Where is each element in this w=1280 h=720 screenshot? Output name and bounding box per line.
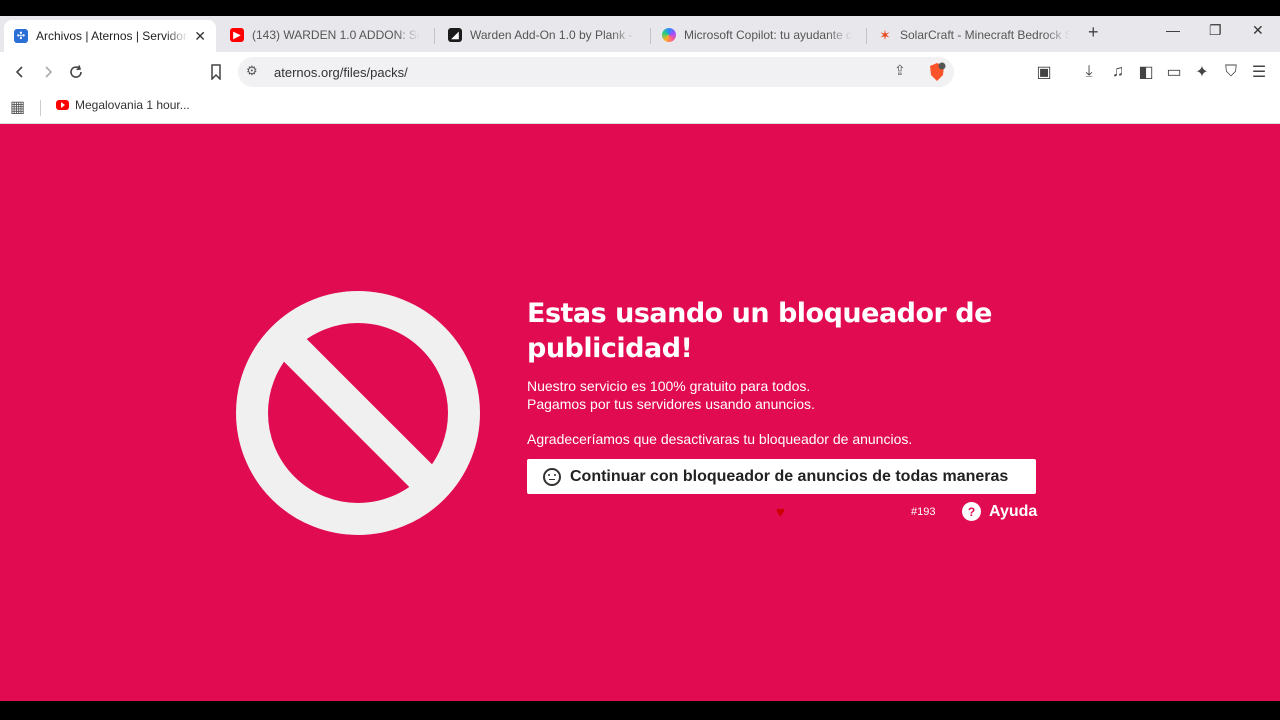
reload-icon[interactable] (64, 60, 88, 84)
mcpedl-icon: ◢ (448, 28, 462, 42)
brave-shields-icon[interactable] (928, 62, 946, 82)
bookmark-separator (40, 100, 41, 116)
downloads-icon[interactable]: ⤓ (1077, 60, 1101, 84)
new-tab-button[interactable]: + (1088, 22, 1099, 43)
tab-separator (650, 28, 651, 44)
neutral-face-icon (543, 467, 561, 486)
adblock-notice-page: Estas usando un bloqueador de publicidad… (0, 124, 1280, 701)
bookmarks-bar: ▦ Megalovania 1 hour... (0, 92, 1280, 124)
minimize-icon[interactable]: — (1166, 22, 1180, 38)
sidebar-icon[interactable]: ◧ (1134, 60, 1158, 84)
wallet-icon[interactable]: ▭ (1162, 60, 1186, 84)
heart-icon: ♥ (776, 504, 785, 521)
close-tab-icon[interactable]: ✕ (188, 28, 206, 45)
help-icon: ? (962, 502, 981, 521)
tab-separator (866, 28, 867, 44)
aternos-icon: ✣ (14, 29, 28, 43)
tab-copilot[interactable]: Microsoft Copilot: tu ayudante de (652, 20, 862, 50)
menu-icon[interactable]: ☰ (1247, 60, 1271, 84)
tab-youtube-warden[interactable]: ▶ (143) WARDEN 1.0 ADDON: Sculk (220, 20, 430, 50)
copilot-icon (662, 28, 676, 42)
adblock-headline: Estas usando un bloqueador de publicidad… (527, 298, 992, 364)
restore-icon[interactable]: ❐ (1209, 22, 1222, 39)
letterbox-top (0, 0, 1280, 16)
notice-counter: #193 (911, 506, 936, 518)
url-text: aternos.org/files/packs/ (274, 65, 408, 80)
help-label: Ayuda (989, 502, 1038, 520)
tab-solarcraft[interactable]: ✶ SolarCraft - Minecraft Bedrock Se (868, 20, 1080, 50)
forward-icon[interactable] (36, 60, 60, 84)
media-icon[interactable]: ♫ (1106, 60, 1130, 84)
bookmark-label: Megalovania 1 hour... (75, 98, 190, 112)
tab-title: Warden Add-On 1.0 by Plank - Mi (470, 28, 636, 42)
continue-button-label: Continuar con bloqueador de anuncios de … (570, 467, 1009, 485)
solarcraft-icon: ✶ (879, 26, 891, 43)
info-line-free: Nuestro servicio es 100% gratuito para t… (527, 378, 811, 394)
bookmark-icon[interactable] (204, 60, 228, 84)
bookmark-megalovania[interactable]: Megalovania 1 hour... (56, 98, 190, 112)
continue-with-adblock-button[interactable]: Continuar con bloqueador de anuncios de … (527, 459, 1036, 494)
apps-grid-icon[interactable]: ▦ (10, 97, 25, 117)
tab-title: Archivos | Aternos | Servidor de (36, 29, 189, 43)
info-line-request: Agradeceríamos que desactivaras tu bloqu… (527, 431, 913, 447)
share-icon[interactable]: ⇪ (894, 62, 906, 79)
tab-aternos[interactable]: ✣ Archivos | Aternos | Servidor de ✕ (4, 20, 216, 52)
back-icon[interactable] (8, 60, 32, 84)
site-settings-icon[interactable]: ⚙ (246, 63, 258, 79)
address-bar[interactable]: ⚙ aternos.org/files/packs/ ⇪ (238, 57, 954, 87)
youtube-icon (56, 100, 69, 110)
tab-title: SolarCraft - Minecraft Bedrock Se (900, 28, 1070, 42)
tab-separator (434, 28, 435, 44)
prohibited-icon (236, 291, 480, 535)
help-link[interactable]: ? Ayuda (962, 502, 1037, 521)
tab-mcpedl[interactable]: ◢ Warden Add-On 1.0 by Plank - Mi (438, 20, 646, 50)
tab-title: (143) WARDEN 1.0 ADDON: Sculk (252, 28, 420, 42)
reader-mode-icon[interactable]: ▣ (1032, 60, 1056, 84)
tab-title: Microsoft Copilot: tu ayudante de (684, 28, 852, 42)
close-window-icon[interactable]: ✕ (1252, 22, 1264, 39)
info-line-ads: Pagamos por tus servidores usando anunci… (527, 396, 815, 412)
browser-toolbar: ⚙ aternos.org/files/packs/ ⇪ ▣ ⤓ ♫ ◧ ▭ ✦… (0, 52, 1280, 92)
leo-ai-icon[interactable]: ✦ (1190, 60, 1214, 84)
letterbox-bottom (0, 701, 1280, 720)
youtube-icon: ▶ (230, 28, 244, 42)
vpn-icon[interactable]: ⛉ (1219, 60, 1243, 84)
